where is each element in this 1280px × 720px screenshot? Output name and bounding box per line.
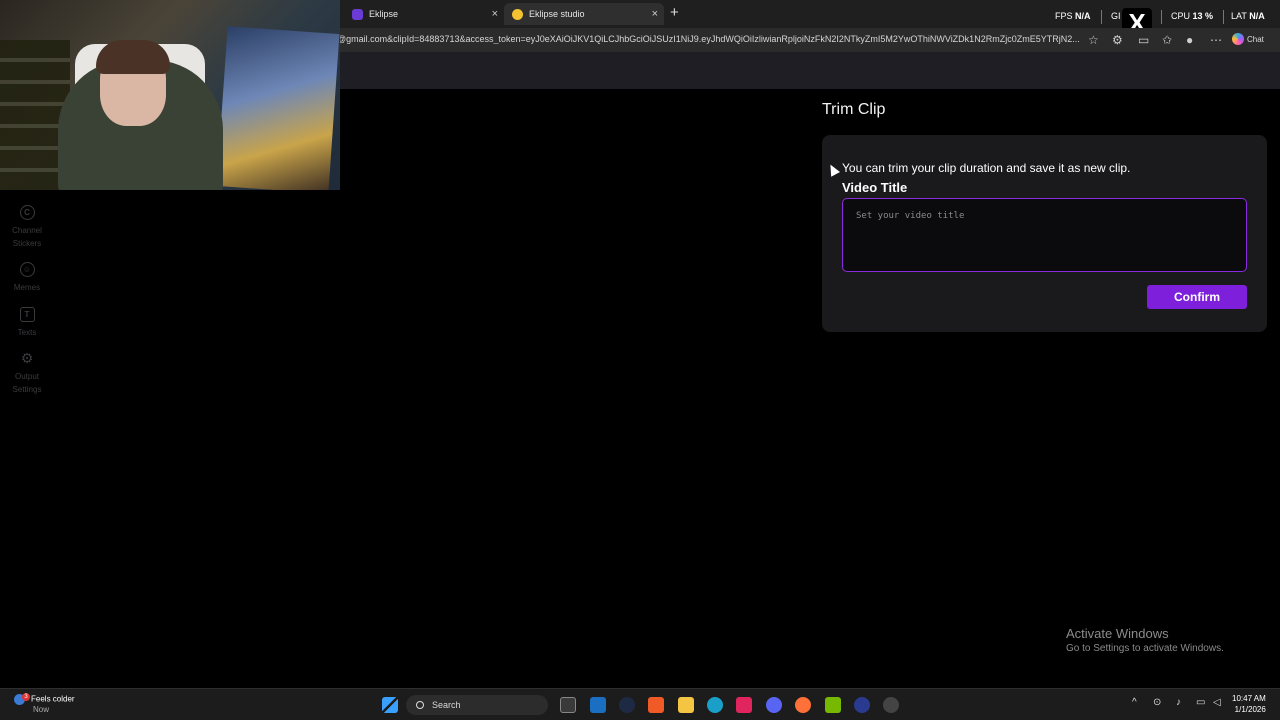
show-hidden-icons-icon[interactable]: ^ (1132, 697, 1137, 708)
sidebar-item-output-settings[interactable]: ⚙ Output Settings (0, 351, 54, 396)
channel-stickers-icon: C (19, 205, 35, 220)
weather-widget[interactable]: 3 Feels colder Now (14, 693, 75, 715)
cpu-label: CPU (1171, 11, 1191, 21)
chat-label: Chat (1247, 34, 1264, 44)
nvidia-icon[interactable] (825, 697, 841, 713)
task-view-icon[interactable] (560, 697, 576, 713)
profile-avatar-icon[interactable]: ● (1186, 33, 1193, 47)
webcam-poster (216, 26, 340, 190)
webcam-hair (96, 40, 170, 74)
widgets-app-icon[interactable] (590, 697, 606, 713)
file-explorer-icon[interactable] (678, 697, 694, 713)
brave-browser-icon[interactable] (648, 697, 664, 713)
sidebar-item-label: Texts (17, 328, 37, 337)
sidebar-item-texts[interactable]: T Texts (0, 307, 54, 339)
edge-browser-icon[interactable] (707, 697, 723, 713)
overlay-divider (1161, 10, 1162, 24)
lat-value: N/A (1249, 11, 1265, 21)
fps-readout: FPS N/A (1055, 11, 1091, 21)
eklipse-favicon-icon (352, 8, 363, 20)
microphone-icon[interactable]: ♪ (1176, 697, 1181, 708)
tab-label: Eklipse studio (529, 9, 585, 19)
close-tab-icon[interactable]: × (492, 8, 498, 20)
overlay-divider (1101, 10, 1102, 24)
more-menu-icon[interactable]: ⋯ (1210, 33, 1222, 47)
video-title-label: Video Title (842, 180, 908, 195)
search-label: Search (432, 700, 461, 710)
tab-label: Eklipse (369, 9, 399, 19)
activate-windows-subtitle: Go to Settings to activate Windows. (1066, 643, 1224, 654)
video-title-input[interactable] (842, 198, 1247, 272)
firefox-icon[interactable] (795, 697, 811, 713)
clock-time: 10:47 AM (1232, 694, 1266, 703)
volume-icon[interactable]: ◁ (1213, 697, 1221, 708)
discord-icon[interactable] (766, 697, 782, 713)
favorites-icon[interactable]: ✩ (1162, 33, 1172, 47)
taskbar-search[interactable]: Search (406, 695, 548, 715)
windows-start-icon[interactable] (382, 697, 398, 713)
texts-icon: T (19, 307, 35, 322)
tab-eklipse-studio[interactable]: Eklipse studio × (504, 3, 664, 25)
lat-readout: LAT N/A (1231, 11, 1265, 21)
tiktok-icon[interactable] (736, 697, 752, 713)
search-icon (416, 701, 424, 709)
url-field[interactable]: @gmail.com&clipId=84883713&access_token=… (337, 34, 1082, 44)
favorite-star-icon[interactable]: ☆ (1088, 33, 1099, 47)
network-tray-icon[interactable]: ⊙ (1153, 697, 1161, 708)
eklipse-studio-favicon-icon (512, 8, 523, 20)
copilot-icon (1232, 33, 1244, 45)
webcam-overlay (0, 0, 340, 190)
sidebar-item-label: Channel Stickers (12, 226, 42, 248)
sidebar-item-channel-stickers[interactable]: C Channel Stickers (0, 205, 54, 250)
extensions-icon[interactable]: ⚙ (1112, 33, 1123, 47)
notification-badge: 3 (22, 693, 30, 701)
activate-windows-title: Activate Windows (1066, 626, 1169, 641)
close-tab-icon[interactable]: × (652, 8, 658, 20)
new-tab-button[interactable]: + (670, 4, 679, 21)
page-title: Trim Clip (822, 101, 886, 118)
split-screen-icon[interactable]: ▭ (1138, 33, 1149, 47)
fps-value: N/A (1075, 11, 1091, 21)
sidebar-item-label: Memes (13, 283, 41, 292)
weather-title: Feels colder (31, 694, 75, 704)
trim-info-text: You can trim your clip duration and save… (842, 161, 1131, 175)
confirm-button[interactable]: Confirm (1147, 285, 1247, 309)
cpu-value: 13 % (1192, 11, 1214, 21)
cpu-readout: CPU 13 % (1171, 11, 1213, 21)
gear-icon: ⚙ (20, 350, 34, 366)
clock-date: 1/1/2026 (1234, 705, 1266, 714)
gpu-label: GI (1111, 11, 1121, 21)
display-icon[interactable]: ▭ (1196, 697, 1205, 708)
steam-icon[interactable] (619, 697, 635, 713)
sidebar-item-label: Output Settings (12, 372, 42, 394)
overlay-divider (1223, 10, 1224, 24)
taskbar: 3 Feels colder Now Search ^ ⊙ ♪ ▭ ◁ 10:4… (0, 688, 1280, 720)
obs-icon[interactable] (883, 697, 899, 713)
sidebar-item-memes[interactable]: ☺ Memes (0, 262, 54, 294)
fps-label: FPS (1055, 11, 1073, 21)
lat-label: LAT (1231, 11, 1247, 21)
app-icon[interactable] (854, 697, 870, 713)
system-clock[interactable]: 10:47 AM 1/1/2026 (1232, 693, 1266, 715)
tab-eklipse[interactable]: Eklipse × (344, 3, 504, 25)
memes-icon: ☺ (19, 262, 35, 277)
copilot-chat-button[interactable]: Chat (1232, 33, 1264, 45)
weather-subtitle: Now (33, 705, 50, 714)
